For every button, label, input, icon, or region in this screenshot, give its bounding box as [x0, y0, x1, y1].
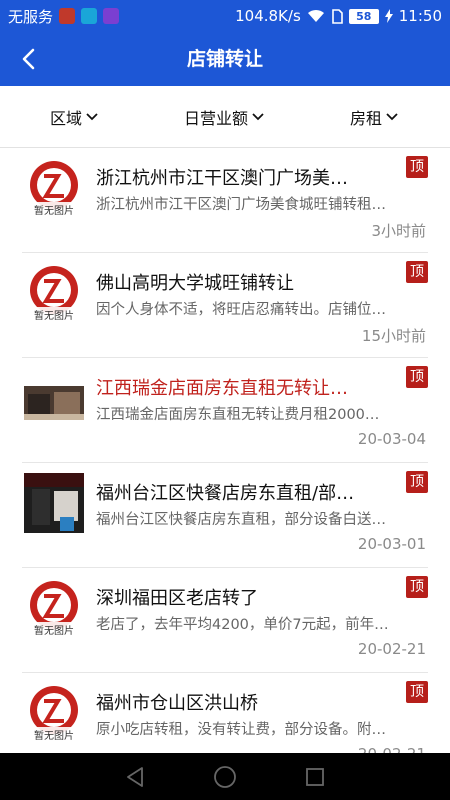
pinned-badge: 顶 [406, 156, 428, 178]
listing-title: 深圳福田区老店转了 [96, 588, 258, 609]
listing-title: 福州台江区快餐店房东直租/部… [96, 483, 355, 504]
logo-caption: 暂无图片 [34, 729, 74, 742]
shop-photo [24, 473, 84, 533]
listing-description: 福州台江区快餐店房东直租，部分设备白送… [96, 512, 386, 528]
shop-photo-thumbnail [24, 473, 84, 533]
filter-rent[interactable]: 房租 [350, 86, 398, 148]
listing-description: 老店了，去年平均4200，单价7元起，前年… [96, 617, 389, 633]
filter-daily-revenue[interactable]: 日营业额 [184, 86, 264, 148]
logo-caption: 暂无图片 [34, 204, 74, 217]
chevron-down-icon [386, 113, 398, 121]
page-title: 店铺转让 [186, 48, 263, 70]
chevron-down-icon [252, 113, 264, 121]
list-item[interactable]: 福州台江区快餐店房东直租/部… 福州台江区快餐店房东直租，部分设备白送… 20-… [0, 463, 450, 568]
filter-region[interactable]: 区域 [50, 86, 98, 148]
placeholder-thumbnail: 暂无图片 [24, 263, 84, 323]
listing-time: 20-03-01 [357, 535, 426, 553]
listing-description: 江西瑞金店面房东直租无转让费月租2000… [96, 407, 380, 423]
listing-list[interactable]: 暂无图片 浙江杭州市江干区澳门广场美… 浙江杭州市江干区澳门广场美食城旺铺转租…… [0, 148, 450, 753]
listing-time: 20-02-21 [357, 640, 426, 658]
app-root: 无服务 104.8K/s 58 11:50 店铺转让 区域 日营业额 房租 暂无… [0, 0, 450, 800]
shop-logo-icon: 暂无图片 [24, 686, 84, 743]
sim-icon [331, 8, 343, 24]
clock: 11:50 [398, 7, 442, 25]
nav-recents-button[interactable] [302, 764, 328, 790]
list-item[interactable]: 暂无图片 浙江杭州市江干区澳门广场美… 浙江杭州市江干区澳门广场美食城旺铺转租…… [0, 148, 450, 253]
listing-time: 20-03-04 [357, 430, 426, 448]
listing-description: 浙江杭州市江干区澳门广场美食城旺铺转租… [96, 197, 386, 213]
listing-time: 3小时前 [371, 222, 426, 240]
pinned-badge: 顶 [406, 471, 428, 493]
filter-bar: 区域 日营业额 房租 [0, 86, 450, 148]
shop-logo-icon: 暂无图片 [24, 161, 84, 218]
carrier-text: 无服务 [8, 7, 54, 26]
home-circle-icon [214, 765, 236, 788]
listing-title: 江西瑞金店面房东直租无转让… [96, 378, 348, 399]
list-item[interactable]: 暂无图片 福州市仓山区洪山桥 原小吃店转租，没有转让费，部分设备。附… 20-0… [0, 673, 450, 753]
filter-label: 房租 [350, 109, 383, 128]
filter-label: 日营业额 [184, 109, 249, 128]
placeholder-thumbnail: 暂无图片 [24, 578, 84, 638]
notification-app-icon [81, 8, 98, 24]
shop-logo-icon: 暂无图片 [24, 266, 84, 323]
list-item[interactable]: 暂无图片 佛山高明大学城旺铺转让 因个人身体不适，将旺店忍痛转出。店铺位… 15… [0, 253, 450, 358]
status-left: 无服务 [8, 6, 120, 27]
placeholder-thumbnail: 暂无图片 [24, 683, 84, 743]
pinned-badge: 顶 [406, 261, 428, 283]
status-right: 104.8K/s 58 11:50 [235, 7, 442, 25]
listing-time: 15小时前 [361, 327, 426, 345]
listing-title: 浙江杭州市江干区澳门广场美… [96, 168, 348, 189]
shop-photo-thumbnail [24, 386, 84, 420]
shop-logo-icon: 暂无图片 [24, 581, 84, 638]
nav-back-button[interactable] [122, 764, 148, 790]
placeholder-thumbnail: 暂无图片 [24, 158, 84, 218]
listing-title: 佛山高明大学城旺铺转让 [96, 273, 294, 294]
nav-home-button[interactable] [212, 764, 238, 790]
battery-icon: 58 [348, 8, 379, 24]
notification-app-icon [59, 8, 76, 24]
notification-app-icon [103, 8, 120, 24]
title-bar: 店铺转让 [0, 32, 450, 86]
logo-caption: 暂无图片 [34, 309, 74, 322]
listing-time: 20-02-21 [358, 745, 426, 753]
pinned-badge: 顶 [406, 366, 428, 388]
listing-title: 福州市仓山区洪山桥 [96, 693, 258, 714]
logo-caption: 暂无图片 [34, 624, 74, 637]
listing-description: 原小吃店转租，没有转让费，部分设备。附… [96, 722, 386, 738]
recents-square-icon [306, 767, 324, 786]
pinned-badge: 顶 [406, 576, 428, 598]
wifi-icon [307, 9, 324, 22]
pinned-badge: 顶 [406, 681, 428, 703]
system-nav-bar [0, 753, 450, 800]
status-bar: 无服务 104.8K/s 58 11:50 [0, 0, 450, 32]
filter-label: 区域 [50, 109, 83, 128]
chevron-down-icon [86, 113, 98, 121]
network-speed: 104.8K/s [235, 7, 301, 25]
charging-icon [384, 9, 393, 23]
listing-description: 因个人身体不适，将旺店忍痛转出。店铺位… [96, 302, 386, 318]
back-triangle-icon [127, 766, 143, 787]
list-item[interactable]: 暂无图片 深圳福田区老店转了 老店了，去年平均4200，单价7元起，前年… 20… [0, 568, 450, 673]
list-item[interactable]: 江西瑞金店面房东直租无转让… 江西瑞金店面房东直租无转让费月租2000… 20-… [0, 358, 450, 463]
shop-photo [24, 386, 84, 420]
